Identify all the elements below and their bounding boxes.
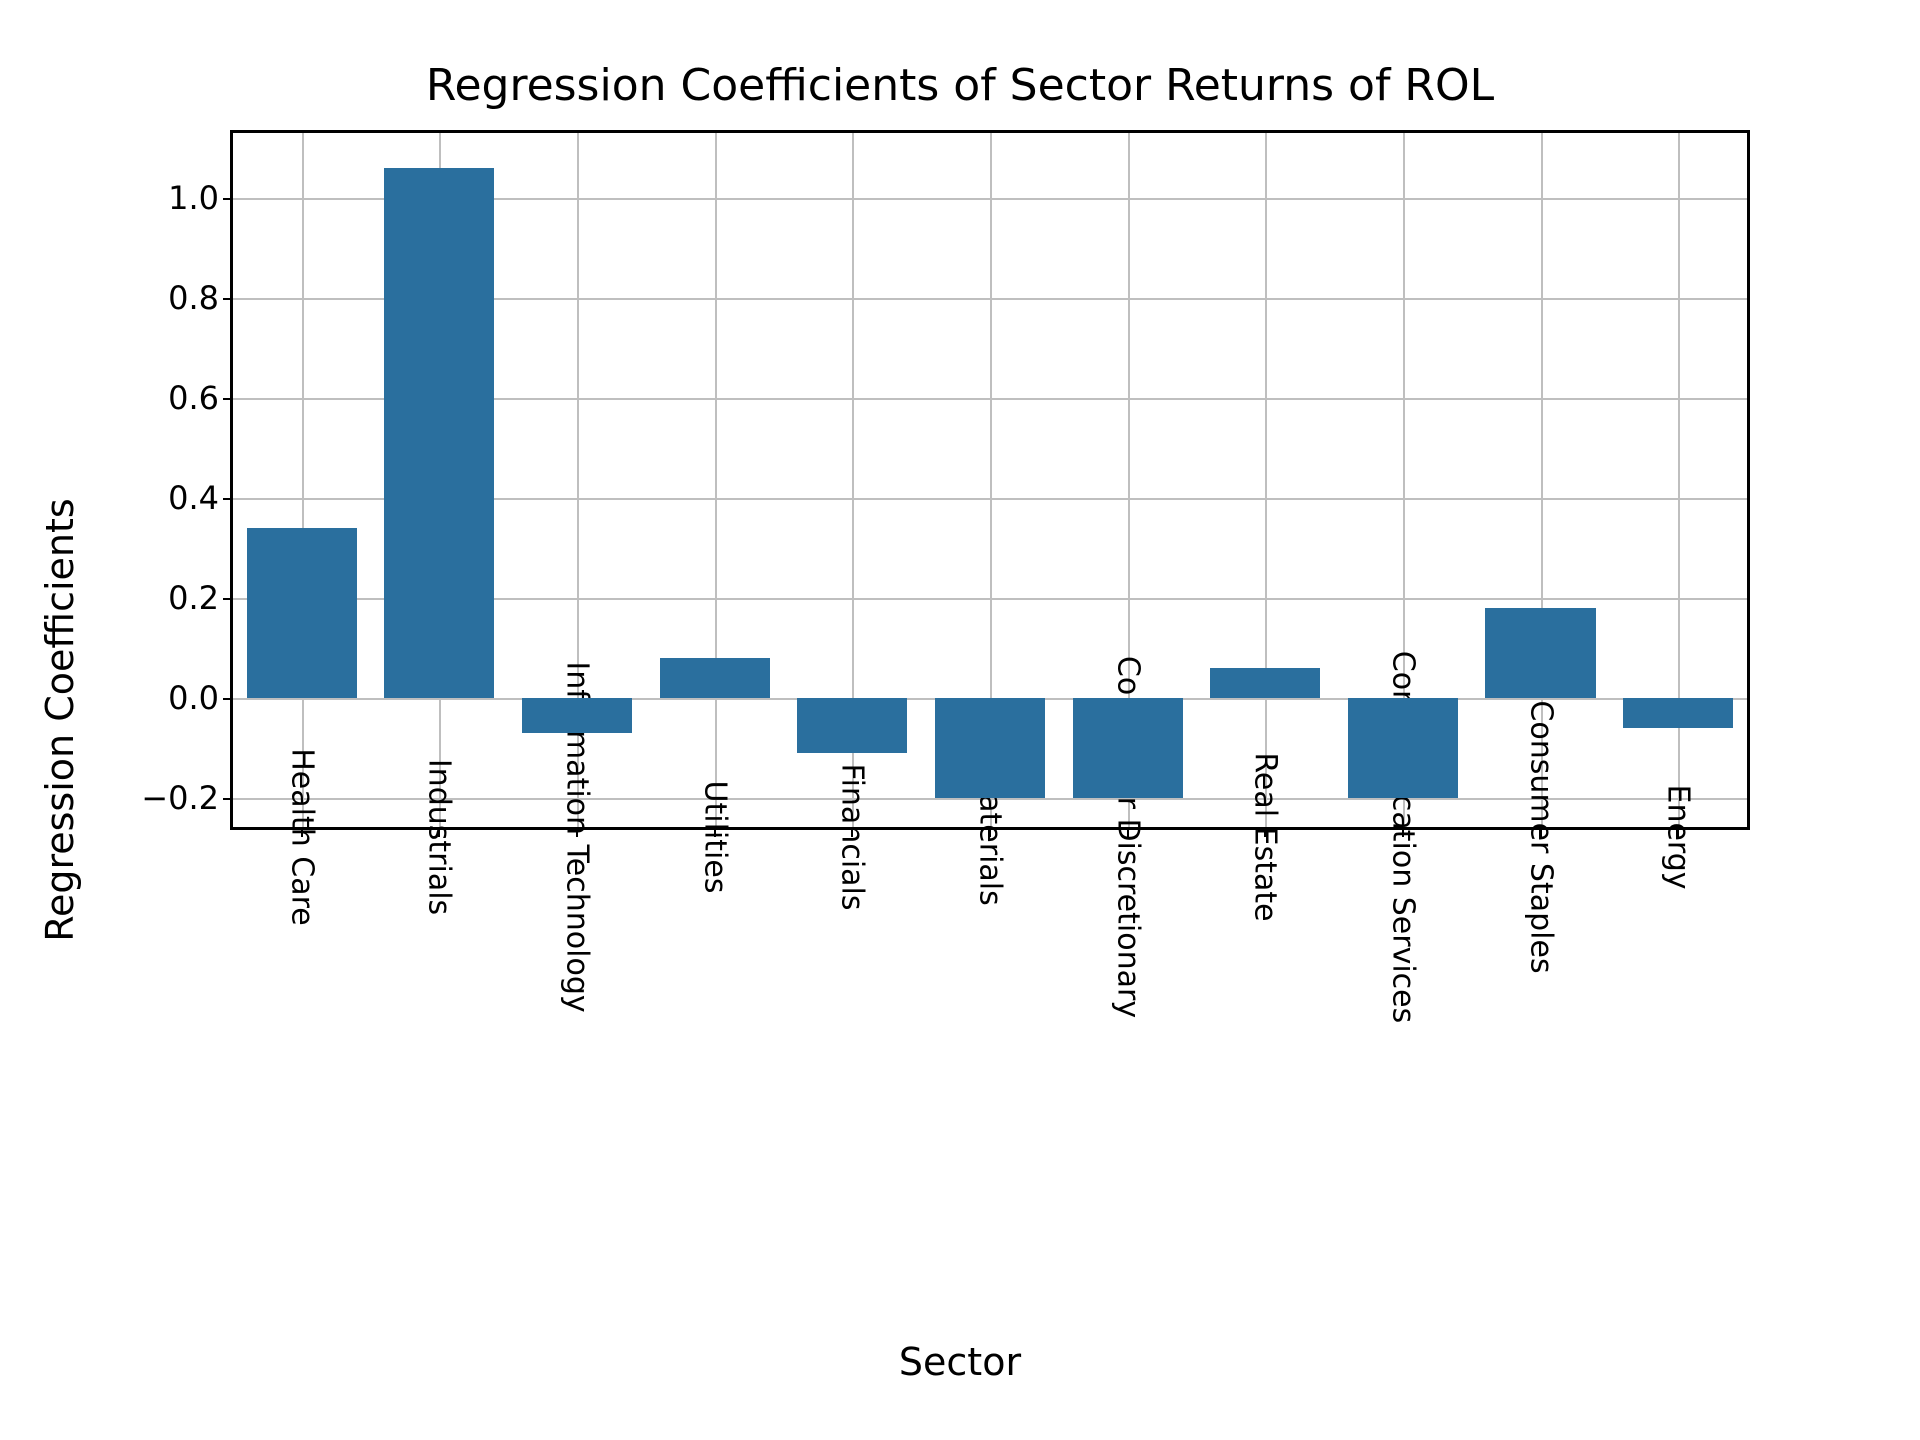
bar (1073, 698, 1183, 798)
xtick-label: Real Estate (1248, 752, 1283, 921)
ytick-label: 0.8 (168, 279, 233, 317)
bar (660, 658, 770, 698)
ytick-label: 0.4 (168, 479, 233, 517)
bar (1485, 608, 1595, 698)
xtick-label: Industrials (422, 759, 457, 915)
ytick-label: 0.0 (168, 679, 233, 717)
bar (935, 698, 1045, 798)
gridline-v (1265, 133, 1267, 827)
x-axis-label: Sector (120, 1340, 1800, 1384)
xtick-label: Consumer Staples (1523, 700, 1558, 973)
ytick-label: 0.2 (168, 579, 233, 617)
xtick-label: Energy (1661, 784, 1696, 889)
plot-area: −0.20.00.20.40.60.81.0Health CareIndustr… (230, 130, 1750, 830)
bar (797, 698, 907, 753)
ytick-label: −0.2 (141, 779, 233, 817)
ytick-label: 0.6 (168, 379, 233, 417)
gridline-v (302, 133, 304, 827)
bar (522, 698, 632, 733)
chart-title: Regression Coefficients of Sector Return… (120, 60, 1800, 111)
xtick-label: Financials (835, 764, 870, 911)
bar (1623, 698, 1733, 728)
bar (1348, 698, 1458, 798)
y-axis-label: Regression Coefficients (38, 498, 82, 941)
ytick-label: 1.0 (168, 179, 233, 217)
xtick-label: Utilities (697, 781, 732, 894)
xtick-label: Health Care (284, 748, 319, 926)
gridline-v (715, 133, 717, 827)
bar (247, 528, 357, 698)
bar (1210, 668, 1320, 698)
chart-container: Regression Coefficients of Sector Return… (120, 60, 1800, 1380)
bar (384, 168, 494, 698)
